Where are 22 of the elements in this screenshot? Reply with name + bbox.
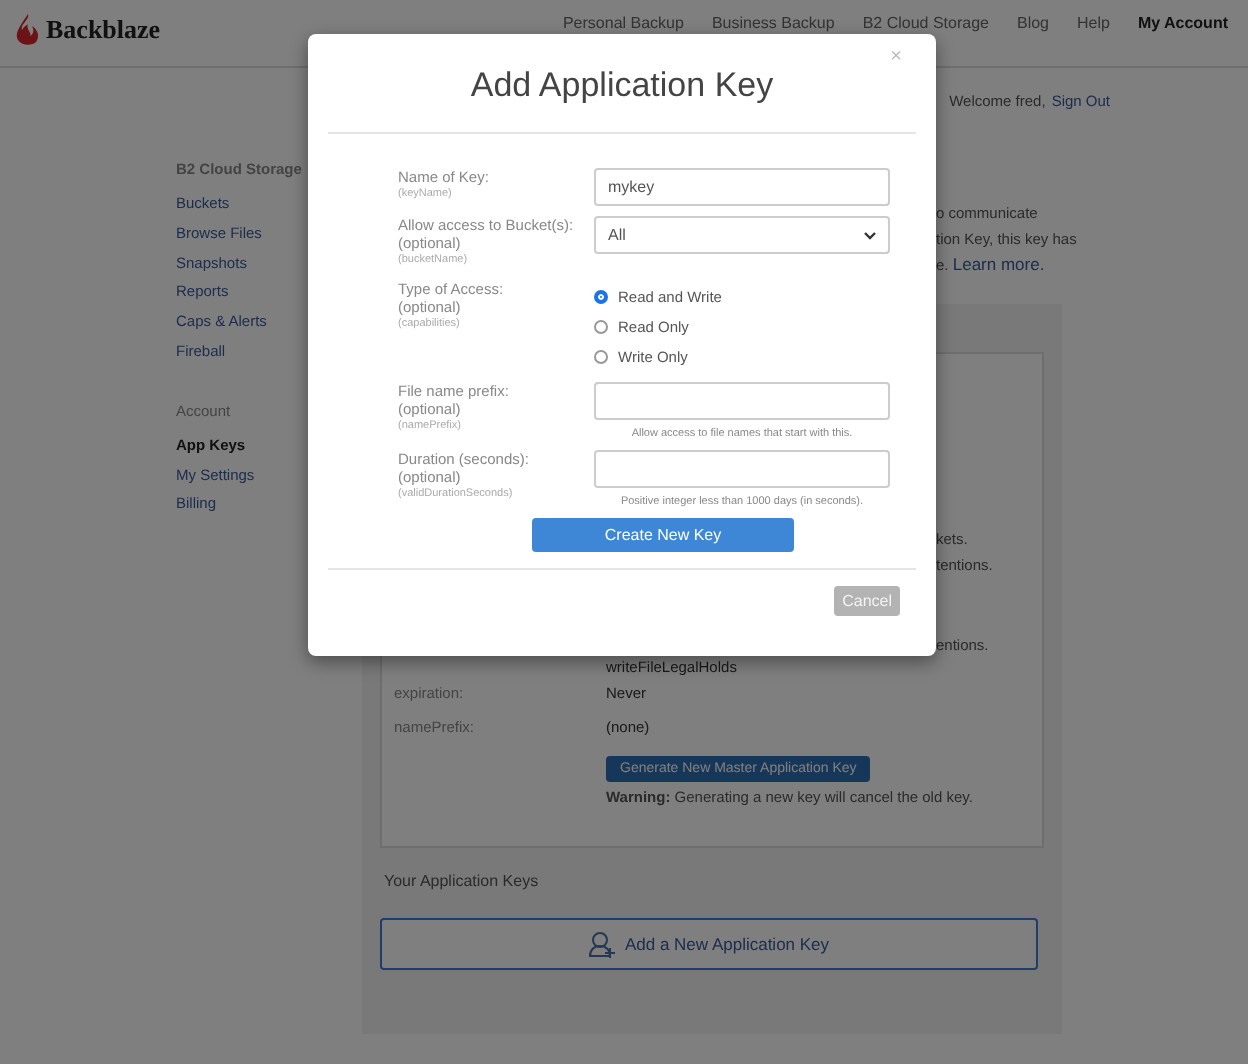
close-button[interactable]: × [890,46,902,68]
input-field[interactable] [594,382,890,420]
add-key-button[interactable]: Add a New Application Key [380,918,1038,970]
flame-icon [16,14,40,46]
user-add-icon [588,929,617,959]
input-field[interactable]: mykey [594,168,890,206]
radio-button[interactable] [594,350,608,364]
nav-link[interactable]: Personal Backup [562,14,684,32]
nav-link[interactable]: Blog [1016,14,1049,32]
create-key-button[interactable]: Create New Key [532,518,794,552]
chevron-icon [864,231,876,239]
radio-button[interactable] [594,320,608,334]
radio-button[interactable] [594,290,608,304]
nav-link[interactable]: My Account [1137,14,1228,32]
bucket-select[interactable]: All [594,216,890,254]
nav-link[interactable]: Help [1077,14,1110,32]
learn-more-link[interactable]: Learn more. [952,254,1045,274]
logo-text: Backblaze [46,14,161,46]
nav-link[interactable]: B2 Cloud Storage [862,14,989,32]
nav-link[interactable]: Business Backup [711,14,835,32]
input-field[interactable] [594,450,890,488]
section-title: Your Application Keys [384,872,541,890]
